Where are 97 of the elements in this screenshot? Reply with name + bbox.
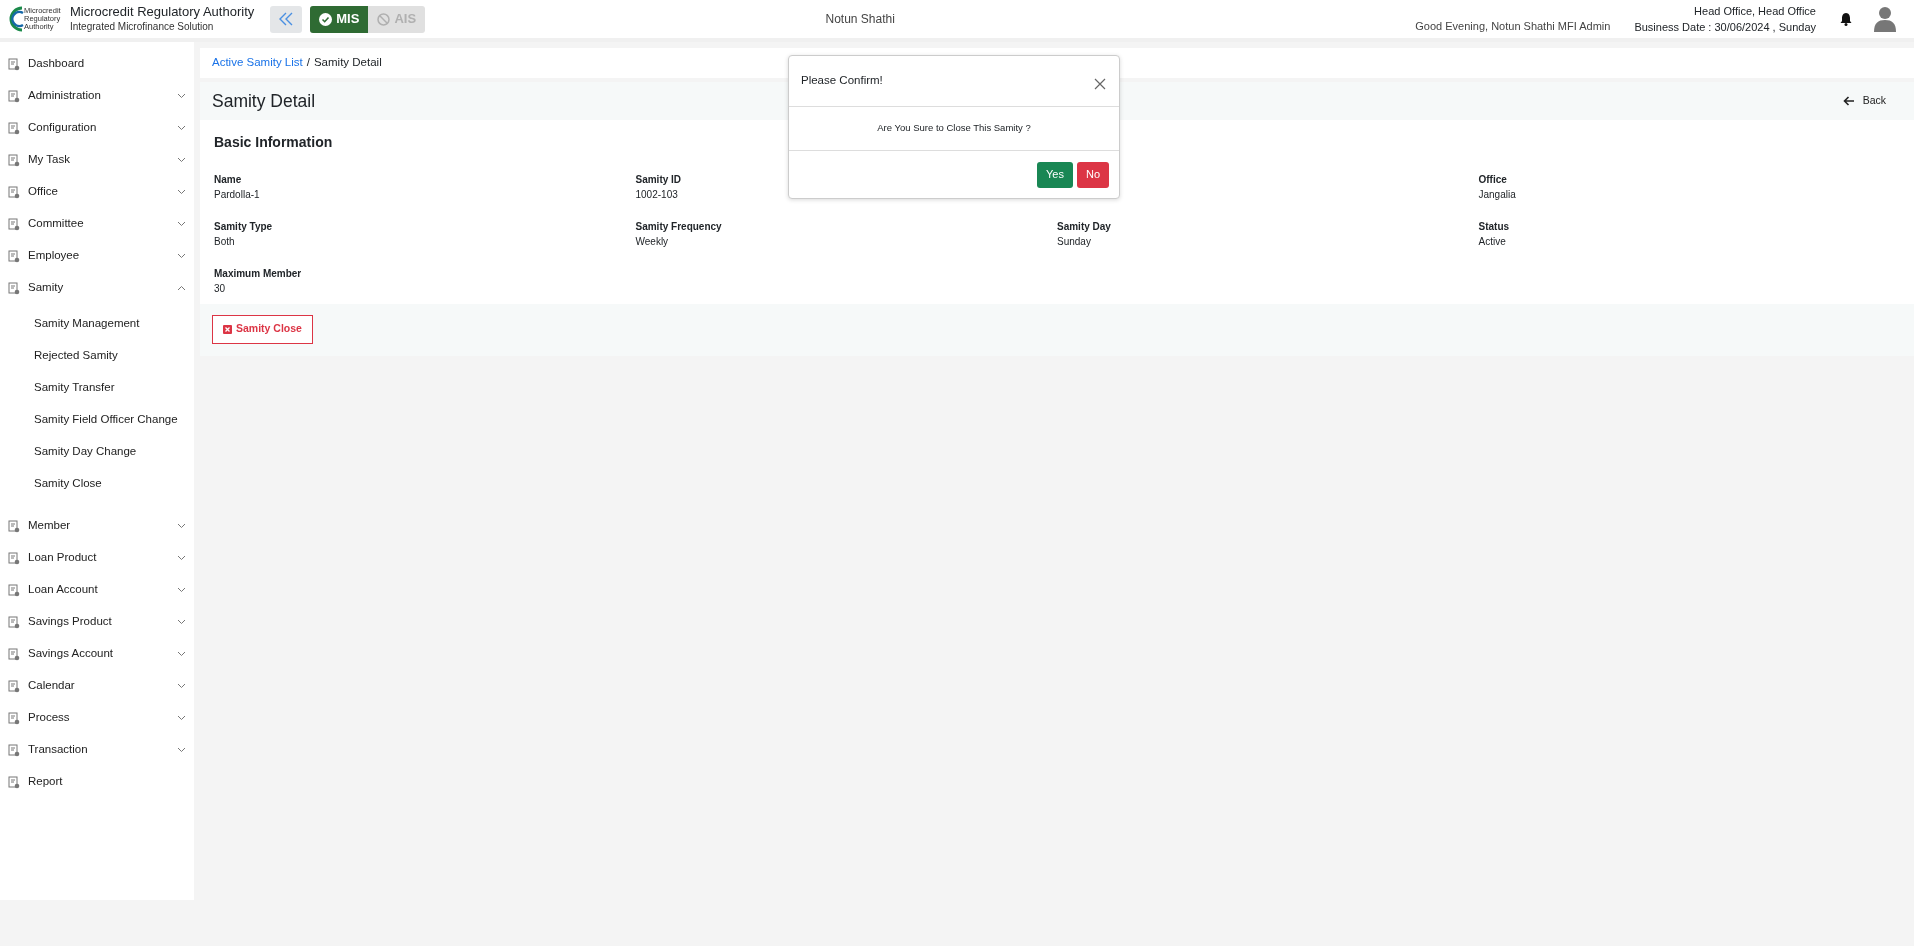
chevron-down-icon: [177, 683, 186, 689]
collapse-button[interactable]: [270, 5, 303, 33]
document-icon: [8, 647, 20, 661]
field-value: Weekly: [635, 234, 670, 249]
document-icon: [8, 583, 20, 597]
chevron-down-icon: [177, 221, 186, 227]
field-label: Samity Day: [1057, 219, 1112, 233]
org-subtitle: Integrated Microfinance Solution: [70, 20, 215, 34]
sidebar-item[interactable]: Member: [0, 510, 194, 542]
document-icon: [8, 185, 20, 199]
field-label: Office: [1478, 172, 1508, 186]
samity-close-button[interactable]: Samity Close: [212, 314, 313, 344]
no-button[interactable]: No: [1076, 161, 1109, 188]
sidebar-item[interactable]: Calendar: [0, 670, 194, 702]
greeting-text: Good Evening, Notun Shathi MFI Admin: [1415, 18, 1611, 34]
office-text: Head Office, Head Office: [1693, 3, 1816, 19]
breadcrumb-separator: /: [306, 55, 310, 71]
field-label: Samity Frequency: [635, 219, 723, 233]
document-icon: [8, 775, 20, 789]
breadcrumb-link[interactable]: Active Samity List: [212, 54, 303, 72]
app-title: Notun Shathi: [824, 11, 896, 28]
chevron-down-icon: [177, 747, 186, 753]
field-value: Sunday: [1057, 234, 1092, 249]
field-value: 30: [214, 281, 227, 296]
document-icon: [8, 121, 20, 135]
sidebar-item[interactable]: Configuration: [0, 112, 194, 144]
avatar-icon[interactable]: [1874, 6, 1896, 32]
document-icon: [8, 217, 20, 231]
check-circle-icon: [319, 12, 333, 26]
chevron-down-icon: [177, 619, 186, 625]
sidebar-item[interactable]: Office: [0, 176, 194, 208]
chevron-up-icon: [177, 285, 186, 291]
back-link[interactable]: Back: [1842, 93, 1886, 109]
submenu-item[interactable]: Samity Transfer: [0, 372, 194, 404]
chevron-down-icon: [177, 125, 186, 131]
org-name: Microcredit Regulatory Authority: [70, 4, 255, 19]
field-label: Name: [214, 172, 243, 186]
sidebar-item[interactable]: Process: [0, 702, 194, 734]
sidebar-item[interactable]: Dashboard: [0, 48, 194, 80]
document-icon: [8, 249, 20, 263]
document-icon: [8, 57, 20, 71]
blocked-icon: [377, 12, 391, 26]
sidebar-item[interactable]: Report: [0, 766, 194, 798]
sidebar-item[interactable]: Committee: [0, 208, 194, 240]
field-value: Both: [214, 234, 236, 249]
chevron-down-icon: [177, 93, 186, 99]
submenu-item[interactable]: Samity Close: [0, 468, 194, 500]
close-icon: [223, 324, 232, 334]
business-date: Business Date : 30/06/2024 , Sunday: [1634, 20, 1816, 35]
document-icon: [8, 743, 20, 757]
chevron-down-icon: [177, 651, 186, 657]
document-icon: [8, 281, 20, 295]
field-label: Samity Type: [214, 219, 274, 233]
module-tab[interactable]: MIS: [310, 5, 369, 33]
sidebar-item[interactable]: My Task: [0, 144, 194, 176]
yes-button[interactable]: Yes: [1037, 161, 1073, 188]
submenu-item[interactable]: Samity Management: [0, 308, 194, 340]
chevron-down-icon: [177, 555, 186, 561]
chevron-down-icon: [177, 189, 186, 195]
dialog-title: Please Confirm!: [801, 73, 883, 89]
submenu-item[interactable]: Samity Field Officer Change: [0, 404, 194, 436]
submenu-item[interactable]: Samity Day Change: [0, 436, 194, 468]
arrow-left-icon: [1842, 96, 1855, 106]
document-icon: [8, 519, 20, 533]
breadcrumb-current: Samity Detail: [313, 55, 382, 71]
double-chevron-left-icon: [278, 12, 295, 26]
document-icon: [8, 89, 20, 103]
field-value: 1002-103: [635, 187, 679, 202]
field-label: Status: [1478, 219, 1511, 233]
close-icon: [1094, 77, 1106, 90]
chevron-down-icon: [177, 253, 186, 259]
field-value: Active: [1478, 234, 1507, 249]
sidebar-item[interactable]: Savings Product: [0, 606, 194, 638]
sidebar-item[interactable]: Employee: [0, 240, 194, 272]
chevron-down-icon: [177, 587, 186, 593]
sidebar-item[interactable]: Loan Account: [0, 574, 194, 606]
sidebar-item[interactable]: Samity: [0, 272, 194, 304]
document-icon: [8, 711, 20, 725]
field-value: Jangalia: [1478, 187, 1517, 202]
document-icon: [8, 615, 20, 629]
field-label: Maximum Member: [214, 266, 303, 280]
document-icon: [8, 679, 20, 693]
field-value: Pardolla-1: [214, 187, 261, 202]
page-title: Samity Detail: [212, 90, 316, 112]
document-icon: [8, 153, 20, 167]
chevron-down-icon: [177, 715, 186, 721]
sidebar-item[interactable]: Savings Account: [0, 638, 194, 670]
sidebar-item[interactable]: Administration: [0, 80, 194, 112]
sidebar-item[interactable]: Transaction: [0, 734, 194, 766]
document-icon: [8, 551, 20, 565]
sidebar-item[interactable]: Loan Product: [0, 542, 194, 574]
bell-icon[interactable]: [1840, 12, 1852, 26]
submenu-item[interactable]: Rejected Samity: [0, 340, 194, 372]
dialog-message: Are You Sure to Close This Samity ?: [877, 121, 1031, 136]
section-title: Basic Information: [214, 134, 334, 151]
chevron-down-icon: [177, 523, 186, 529]
chevron-down-icon: [177, 157, 186, 163]
